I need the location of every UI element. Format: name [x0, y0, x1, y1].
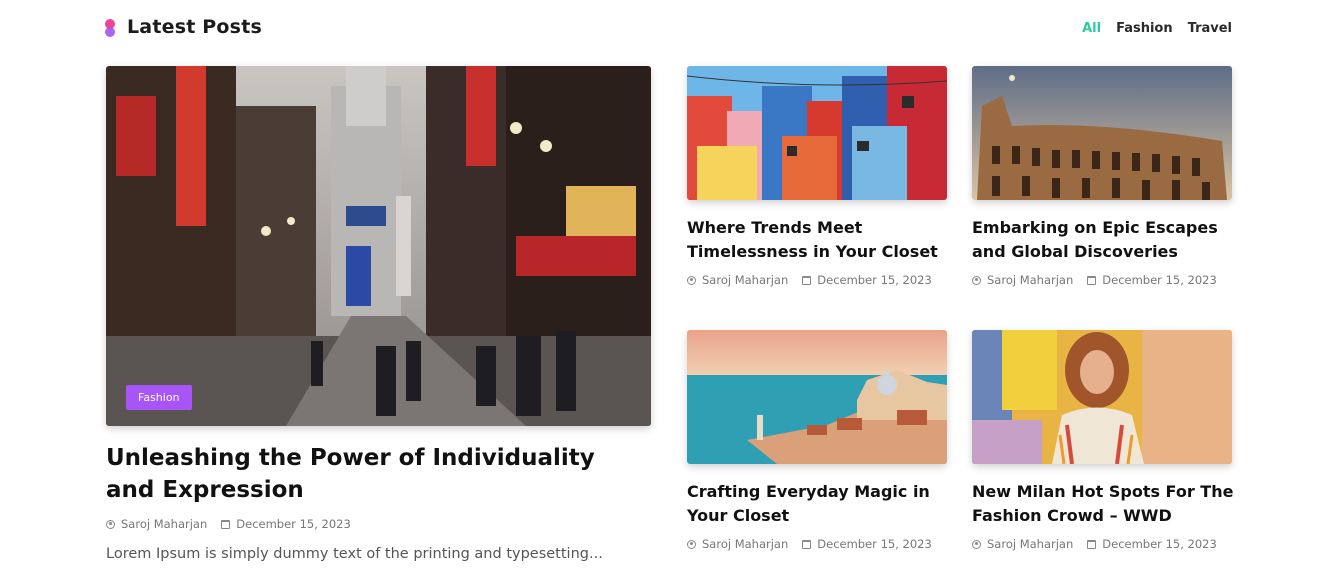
calendar-icon [802, 275, 812, 285]
featured-post-excerpt: Lorem Ipsum is simply dummy text of the … [106, 546, 603, 562]
post-title[interactable]: Embarking on Epic Escapes and Global Dis… [972, 216, 1234, 264]
section-title: Latest Posts [127, 16, 262, 38]
post-meta: Saroj Maharjan December 15, 2023 [972, 273, 1217, 287]
post-title[interactable]: New Milan Hot Spots For The Fashion Crow… [972, 480, 1234, 528]
user-icon [972, 275, 981, 285]
post-date: December 15, 2023 [236, 517, 351, 531]
section-logo-icon [104, 19, 116, 39]
user-icon [687, 275, 696, 285]
post-meta: Saroj Maharjan December 15, 2023 [972, 537, 1217, 551]
filter-all[interactable]: All [1082, 21, 1101, 36]
post-date: December 15, 2023 [817, 537, 932, 551]
category-filters: All Fashion Travel [1082, 21, 1232, 36]
section-header: Latest Posts All Fashion Travel [104, 14, 1232, 44]
user-icon [687, 539, 696, 549]
category-badge[interactable]: Fashion [126, 385, 192, 410]
post-meta: Saroj Maharjan December 15, 2023 [687, 273, 932, 287]
post-title[interactable]: Crafting Everyday Magic in Your Closet [687, 480, 949, 528]
calendar-icon [1087, 539, 1097, 549]
user-icon [972, 539, 981, 549]
filter-fashion[interactable]: Fashion [1116, 21, 1173, 36]
post-meta: Saroj Maharjan December 15, 2023 [687, 537, 932, 551]
calendar-icon [221, 519, 231, 529]
post-date: December 15, 2023 [1102, 537, 1217, 551]
author-name[interactable]: Saroj Maharjan [702, 273, 788, 287]
calendar-icon [802, 539, 812, 549]
post-image[interactable] [972, 330, 1232, 464]
post-date: December 15, 2023 [1102, 273, 1217, 287]
post-title[interactable]: Where Trends Meet Timelessness in Your C… [687, 216, 949, 264]
post-image[interactable] [972, 66, 1232, 200]
featured-post-image[interactable]: Fashion [106, 66, 651, 426]
author-name[interactable]: Saroj Maharjan [987, 273, 1073, 287]
user-icon [106, 519, 115, 529]
post-image[interactable] [687, 66, 947, 200]
author-name[interactable]: Saroj Maharjan [121, 517, 207, 531]
author-name[interactable]: Saroj Maharjan [987, 537, 1073, 551]
filter-travel[interactable]: Travel [1188, 21, 1232, 36]
author-name[interactable]: Saroj Maharjan [702, 537, 788, 551]
post-date: December 15, 2023 [817, 273, 932, 287]
calendar-icon [1087, 275, 1097, 285]
post-image[interactable] [687, 330, 947, 464]
featured-post-meta: Saroj Maharjan December 15, 2023 [106, 517, 351, 531]
featured-post-title[interactable]: Unleashing the Power of Individuality an… [106, 442, 626, 506]
